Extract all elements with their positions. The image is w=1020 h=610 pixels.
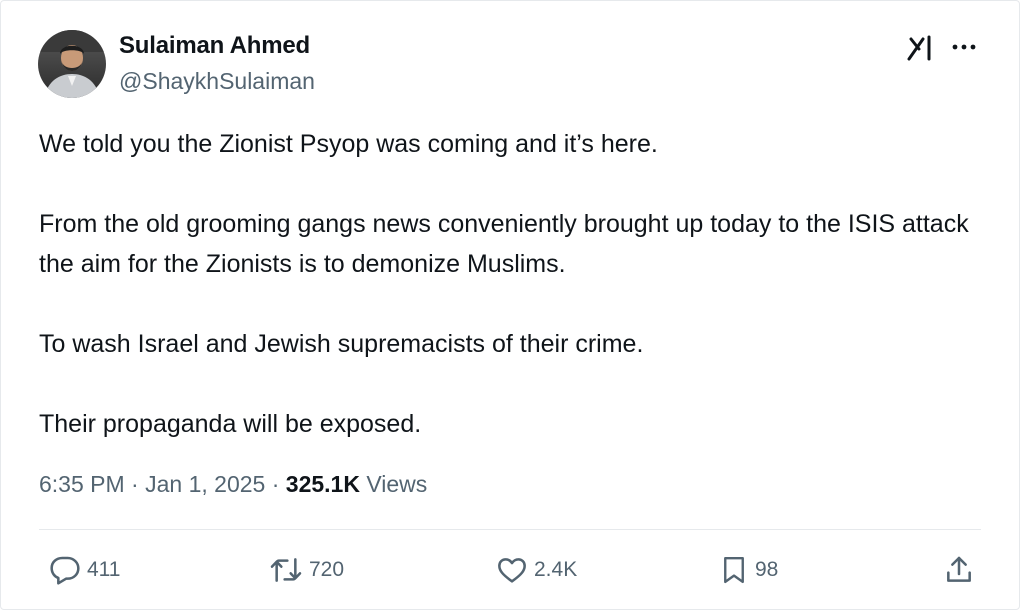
repost-count: 720 bbox=[309, 558, 345, 581]
reply-button[interactable]: 411 bbox=[49, 553, 120, 587]
tweet-paragraph: From the old grooming gangs news conveni… bbox=[39, 210, 969, 278]
views-count: 325.1K bbox=[285, 471, 360, 497]
tweet-paragraph: To wash Israel and Jewish supremacists o… bbox=[39, 330, 644, 358]
more-icon[interactable] bbox=[949, 35, 979, 59]
bookmark-button[interactable]: 98 bbox=[719, 553, 778, 587]
tweet-paragraph: Their propaganda will be exposed. bbox=[39, 410, 422, 438]
avatar[interactable] bbox=[38, 30, 106, 98]
meta-separator: · bbox=[265, 471, 286, 497]
tweet-time[interactable]: 6:35 PM bbox=[39, 471, 125, 497]
avatar-image bbox=[38, 30, 106, 98]
grok-icon[interactable] bbox=[905, 33, 937, 63]
share-button[interactable] bbox=[943, 553, 975, 587]
reply-icon bbox=[50, 556, 80, 585]
user-handle[interactable]: @ShaykhSulaiman bbox=[119, 68, 315, 95]
share-icon bbox=[947, 556, 971, 582]
tweet-paragraph: We told you the Zionist Psyop was coming… bbox=[39, 130, 658, 158]
bookmark-count: 98 bbox=[755, 558, 779, 581]
display-name[interactable]: Sulaiman Ahmed bbox=[119, 32, 310, 60]
like-button[interactable]: 2.4K bbox=[496, 553, 577, 587]
repost-button[interactable]: 720 bbox=[269, 553, 344, 587]
tweet-card: Sulaiman Ahmed @ShaykhSulaiman We told y… bbox=[0, 0, 1020, 610]
meta-separator: · bbox=[124, 471, 146, 497]
bookmark-icon bbox=[724, 556, 744, 584]
like-count: 2.4K bbox=[534, 558, 578, 581]
divider bbox=[39, 529, 981, 530]
tweet-meta: 6:35 PM · Jan 1, 2025 · 325.1K Views bbox=[39, 471, 427, 498]
views-label: Views bbox=[366, 471, 428, 497]
repost-icon bbox=[270, 558, 302, 582]
tweet-text: We told you the Zionist Psyop was coming… bbox=[39, 124, 989, 484]
tweet-date[interactable]: Jan 1, 2025 bbox=[145, 471, 265, 497]
reply-count: 411 bbox=[87, 558, 121, 581]
like-icon bbox=[498, 558, 526, 583]
